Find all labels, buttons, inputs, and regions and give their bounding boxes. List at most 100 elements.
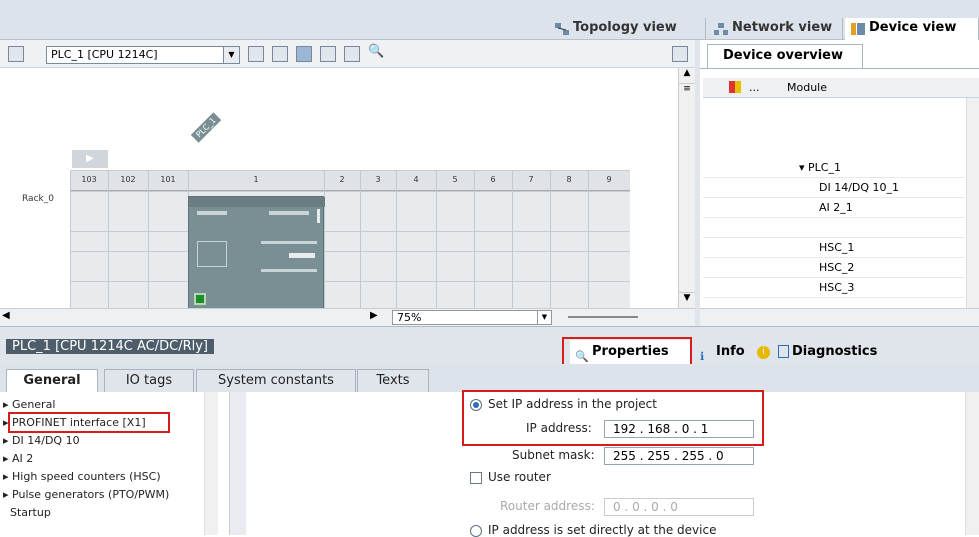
slot-2: 2 (324, 171, 360, 191)
show-name-icon[interactable] (272, 46, 288, 62)
rack-label: Rack_0 (22, 194, 54, 204)
overview-row[interactable]: HSC_3 (703, 278, 965, 298)
nav-general[interactable]: ▸ General (3, 396, 55, 413)
tab-diagnostics[interactable]: Diagnostics (776, 340, 906, 364)
slot-1: 1 (188, 171, 324, 191)
slot-divider (396, 171, 397, 312)
scroll-left-icon[interactable]: ◀ (2, 310, 10, 321)
overview-scrollbar[interactable] (966, 98, 979, 308)
subnet-mask-field[interactable]: 255 . 255 . 255 . 0 (604, 447, 754, 465)
subtab-texts[interactable]: Texts (357, 369, 429, 393)
subtab-general[interactable]: General (6, 369, 98, 393)
radio-set-at-device[interactable] (470, 525, 482, 537)
tab-info-label: Info (716, 344, 745, 359)
status-icon (729, 81, 741, 93)
overview-row[interactable]: AI 2_1 (703, 198, 965, 218)
nav-scrollbar[interactable] (204, 392, 218, 535)
tab-topology-view[interactable]: Topology view (549, 18, 706, 40)
expand-arrow-icon[interactable]: ▶ (72, 150, 108, 168)
nav-startup[interactable]: Startup (10, 504, 51, 521)
slot-7: 7 (512, 171, 550, 191)
router-address-field[interactable]: 0 . 0 . 0 . 0 (604, 498, 754, 516)
slot-3: 3 (360, 171, 396, 191)
overview-horizontal-scrollbar[interactable] (700, 308, 979, 326)
tab-device-view[interactable]: Device view (845, 18, 979, 40)
device-select-value: PLC_1 [CPU 1214C] (51, 48, 158, 61)
overview-row-label: HSC_1 (819, 241, 855, 254)
slot-divider (436, 171, 437, 312)
device-settings-icon[interactable] (248, 46, 264, 62)
scroll-right-icon[interactable]: ▶ (370, 310, 378, 321)
chevron-down-icon[interactable]: ▼ (537, 311, 551, 324)
zoom-value: 75% (397, 311, 422, 324)
device-select[interactable]: PLC_1 [CPU 1214C] ▼ (46, 46, 240, 64)
overview-row-label: ▾ PLC_1 (799, 161, 841, 174)
slot-divider (70, 171, 71, 312)
slot-6: 6 (474, 171, 512, 191)
device-icon (851, 22, 865, 35)
slot-divider (360, 171, 361, 312)
slot-102: 102 (108, 171, 148, 191)
subtab-system-constants[interactable]: System constants (196, 369, 356, 393)
slot-divider (108, 171, 109, 312)
nav-splitter[interactable] (230, 392, 246, 535)
zoom-icon[interactable]: 🔍 (368, 44, 384, 60)
chevron-down-icon[interactable]: ▼ (223, 47, 239, 63)
nav-pto-pwm[interactable]: ▸ Pulse generators (PTO/PWM) (3, 486, 169, 503)
slot-101: 101 (148, 171, 188, 191)
tab-network-label: Network view (732, 20, 833, 35)
properties-title: PLC_1 [CPU 1214C AC/DC/Rly] (6, 339, 214, 354)
checkbox-use-router[interactable] (470, 472, 482, 484)
overview-row-label: HSC_2 (819, 261, 855, 274)
page-break-icon[interactable] (296, 46, 312, 62)
overview-row-label: AI 2_1 (819, 201, 853, 214)
slot-5: 5 (436, 171, 474, 191)
tab-info[interactable]: ℹ Info (698, 340, 756, 364)
slot-divider (474, 171, 475, 312)
overview-row-label: HSC_3 (819, 281, 855, 294)
warning-icon: i (757, 346, 770, 359)
overview-row[interactable]: ▾ PLC_1 (703, 158, 965, 178)
add-device-icon[interactable] (8, 46, 24, 62)
screenshot-icon[interactable] (672, 46, 688, 62)
slot-divider (512, 171, 513, 312)
highlight-profinet (8, 412, 170, 433)
overview-row[interactable] (703, 218, 965, 238)
rack (70, 170, 630, 312)
slot-9: 9 (588, 171, 630, 191)
overview-row[interactable]: DI 14/DQ 10_1 (703, 178, 965, 198)
slot-divider (324, 171, 325, 312)
label-router: Router address: (500, 499, 595, 513)
nav-ai[interactable]: ▸ AI 2 (3, 450, 33, 467)
slot-4: 4 (396, 171, 436, 191)
tab-device-label: Device view (869, 20, 957, 35)
overview-header: ... Module (703, 78, 979, 98)
highlight-ip (462, 390, 764, 446)
nav-hsc[interactable]: ▸ High speed counters (HSC) (3, 468, 161, 485)
topology-icon (555, 22, 569, 35)
tab-network-view[interactable]: Network view (708, 18, 843, 40)
nav-di-dq[interactable]: ▸ DI 14/DQ 10 (3, 432, 80, 449)
run-led-icon (194, 293, 206, 305)
grid-icon[interactable] (320, 46, 336, 62)
label-use-router: Use router (488, 470, 551, 484)
zoom-slider[interactable] (568, 316, 638, 318)
label-subnet: Subnet mask: (512, 448, 595, 462)
cpu-module[interactable] (188, 196, 325, 311)
tab-device-overview[interactable]: Device overview (707, 44, 863, 68)
column-dots: ... (749, 81, 760, 94)
subtab-io-tags[interactable]: IO tags (104, 369, 194, 393)
slot-divider (148, 171, 149, 312)
highlight-properties (562, 337, 692, 366)
table-icon[interactable] (344, 46, 360, 62)
overview-row[interactable]: HSC_2 (703, 258, 965, 278)
tab-topology-label: Topology view (573, 20, 677, 35)
overview-row[interactable]: HSC_1 (703, 238, 965, 258)
zoom-select[interactable]: 75% ▼ (392, 310, 552, 325)
network-icon (714, 22, 728, 35)
content-scrollbar[interactable] (965, 392, 979, 535)
diagnostics-icon (778, 345, 789, 358)
column-module[interactable]: Module (787, 81, 827, 94)
overview-row-label: DI 14/DQ 10_1 (819, 181, 900, 194)
canvas-vertical-scrollbar[interactable]: ▲ ≡ ▼ (678, 68, 695, 308)
